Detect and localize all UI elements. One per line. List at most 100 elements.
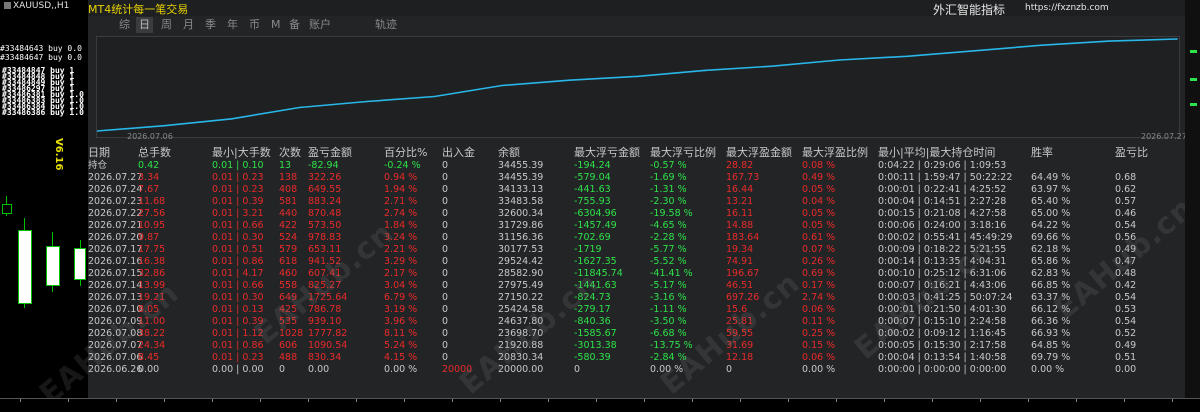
table-row[interactable]: 2026.07.06 8.45 0.01 | 0.23 488 830.34 4.15 %… <box>88 352 1185 364</box>
cell-winrate: 64.22 % <box>1031 220 1071 231</box>
tab-8[interactable]: 备 <box>286 17 303 33</box>
cell-max-fp-pct: 0.15 % <box>802 340 836 351</box>
cell-max-fp-amt: 183.64 <box>726 232 760 243</box>
column-header: 最大浮亏金额 <box>574 146 640 159</box>
cell-balance: 31156.36 <box>498 232 544 243</box>
cell-max-dd-amt: -755.93 <box>574 196 611 207</box>
tab-6[interactable]: 币 <box>246 17 263 33</box>
cell-hold: 0:00:00 | 0:00:00 | 0:00:00 <box>878 364 1007 375</box>
tab-7[interactable]: M <box>268 17 284 33</box>
cell-hold: 0:00:09 | 0:18:22 | 5:21:55 <box>878 244 1007 255</box>
balance-point <box>501 84 503 87</box>
cell-pct: 2.21 % <box>384 244 418 255</box>
tab-0[interactable]: 综 <box>116 17 133 33</box>
cell-count: 422 <box>279 220 298 231</box>
table-row[interactable]: 2026.07.21 10.95 0.01 | 0.66 422 573.50 1.84 … <box>88 220 1185 232</box>
cell-count: 0 <box>279 364 286 375</box>
table-row[interactable]: 2026.07.17 17.75 0.01 | 0.51 579 653.11 2.21 … <box>88 244 1185 256</box>
cell-max-fp-pct: 0.11 % <box>802 316 836 327</box>
cell-flow: 0 <box>442 244 449 255</box>
cell-winrate: 69.66 % <box>1031 232 1071 243</box>
cell-hold: 0:00:06 | 0:24:00 | 3:18:16 <box>878 220 1007 231</box>
cell-hold: 0:00:01 | 0:22:41 | 4:25:52 <box>878 184 1007 195</box>
cell-lots: 16.38 <box>138 256 166 267</box>
table-row[interactable]: 2026.07.23 11.68 0.01 | 0.39 581 883.24 2.71 … <box>88 196 1185 208</box>
brand-url[interactable]: https://fxznzb.com <box>1025 3 1109 13</box>
cell-max-dd-amt: -3013.38 <box>574 340 617 351</box>
cell-minmax: 0.01 | 0.30 <box>212 292 264 303</box>
table-row[interactable]: 2026.07.14 13.99 0.01 | 0.66 558 825.27 3.04 … <box>88 280 1185 292</box>
cell-pnl: 786.78 <box>308 304 342 315</box>
cell-flow: 0 <box>442 328 449 339</box>
tab-10[interactable]: 轨迹 <box>372 17 400 33</box>
cell-balance: 21920.88 <box>498 340 544 351</box>
tab-3[interactable]: 月 <box>180 17 197 33</box>
cell-winrate: 66.36 % <box>1031 316 1071 327</box>
cell-max-fp-amt: 15.6 <box>726 304 748 315</box>
table-row[interactable]: 2026.07.20 9.87 0.01 | 0.30 524 978.83 3.24 %… <box>88 232 1185 244</box>
cell-flow: 0 <box>442 184 449 195</box>
cell-max-fp-pct: 0.05 % <box>802 184 836 195</box>
cell-winrate: 64.85 % <box>1031 340 1071 351</box>
cell-hold: 0:00:02 | 0:55:41 | 45:49:29 <box>878 232 1013 243</box>
cell-date: 2026.06.26 <box>88 364 143 375</box>
cell-winrate: 62.83 % <box>1031 268 1071 279</box>
tab-5[interactable]: 年 <box>224 17 241 33</box>
tab-9[interactable]: 账户 <box>306 17 334 33</box>
cell-minmax: 0.01 | 0.10 <box>212 160 264 171</box>
table-row[interactable]: 2026.07.24 7.67 0.01 | 0.23 408 649.55 1.94 %… <box>88 184 1185 196</box>
balance-point <box>1041 44 1043 46</box>
cell-pl-ratio: 0.54 <box>1115 292 1137 303</box>
tab-2[interactable]: 周 <box>158 17 175 33</box>
cell-balance: 25424.58 <box>498 304 544 315</box>
cell-max-dd-pct: 0.00 % <box>650 364 684 375</box>
cell-pct: 3.24 % <box>384 232 418 243</box>
cell-flow: 0 <box>442 220 449 231</box>
cell-hold: 0:00:14 | 0:13:35 | 4:04:31 <box>878 256 1007 267</box>
column-header: 日期 <box>88 146 110 159</box>
table-row[interactable]: 2026.07.22 27.56 0.01 | 3.21 440 870.48 2.74 … <box>88 208 1185 220</box>
time-tick <box>596 399 597 402</box>
price-chart[interactable]: XAUUSD,,H1 #33484643 buy 0.0 #33484647 bu… <box>0 0 88 405</box>
cell-minmax: 0.01 | 0.30 <box>212 232 264 243</box>
cell-date: 2026.07.14 <box>88 280 143 291</box>
cell-pnl: 1725.64 <box>308 292 348 303</box>
table-row[interactable]: 2026.07.10 8.05 0.01 | 0.13 425 786.78 3.19 %… <box>88 304 1185 316</box>
cell-balance: 28582.90 <box>498 268 544 279</box>
cell-flow: 0 <box>442 196 449 207</box>
balance-point <box>1108 40 1111 42</box>
table-row[interactable]: 2026.07.09 11.00 0.01 | 0.39 535 939.10 3.96 … <box>88 316 1185 328</box>
tab-1[interactable]: 日 <box>136 17 153 33</box>
table-row[interactable]: 2026.07.13 19.21 0.01 | 0.30 649 1725.64 6.79… <box>88 292 1185 304</box>
table-row[interactable]: 持仓 0.42 0.01 | 0.10 13 -82.94 -0.24 % 0 34455.3… <box>88 160 1185 172</box>
scroll-marker <box>1190 78 1197 81</box>
time-tick <box>836 399 837 402</box>
cell-balance: 29524.42 <box>498 256 544 267</box>
cell-count: 440 <box>279 208 298 219</box>
cell-pnl: 653.11 <box>308 244 342 255</box>
cell-lots: 27.56 <box>138 208 166 219</box>
table-row[interactable]: 2026.07.16 16.38 0.01 | 0.86 618 941.52 3.29 … <box>88 256 1185 268</box>
cell-date: 2026.07.21 <box>88 220 143 231</box>
cell-max-dd-pct: -19.58 % <box>650 208 693 219</box>
cell-max-fp-pct: 0.08 % <box>802 160 836 171</box>
table-row[interactable]: 2026.06.26 0.00 0.00 | 0.00 0 0.00 0.00 % 2000… <box>88 364 1185 376</box>
table-row[interactable]: 2026.07.27 3.34 0.01 | 0.23 138 322.26 0.94 %… <box>88 172 1185 184</box>
cell-max-dd-amt: -6304.96 <box>574 208 617 219</box>
table-row[interactable]: 2026.07.15 32.86 0.01 | 4.17 460 607.41 2.17 … <box>88 268 1185 280</box>
table-row[interactable]: 2026.07.07 24.34 0.01 | 0.86 606 1090.54 5.24… <box>88 340 1185 352</box>
balance-curve-svg <box>97 38 1178 132</box>
cell-max-dd-pct: -1.11 % <box>650 304 687 315</box>
trade-label: #33484647 buy 0.0 <box>0 53 82 62</box>
column-header: 最小|平均|最大持仓时间 <box>878 146 996 159</box>
cell-balance: 20830.34 <box>498 352 544 363</box>
cell-lots: 8.05 <box>138 304 160 315</box>
table-row[interactable]: 2026.07.08 38.22 0.01 | 1.12 1028 1777.82 8.1… <box>88 328 1185 340</box>
cell-max-dd-pct: -2.84 % <box>650 352 687 363</box>
tab-4[interactable]: 季 <box>202 17 219 33</box>
cell-pnl: 883.24 <box>308 196 342 207</box>
side-scrollbar[interactable] <box>1185 0 1200 398</box>
cell-pnl: 939.10 <box>308 316 342 327</box>
time-tick <box>260 399 261 402</box>
cell-pl-ratio: 0.42 <box>1115 280 1137 291</box>
